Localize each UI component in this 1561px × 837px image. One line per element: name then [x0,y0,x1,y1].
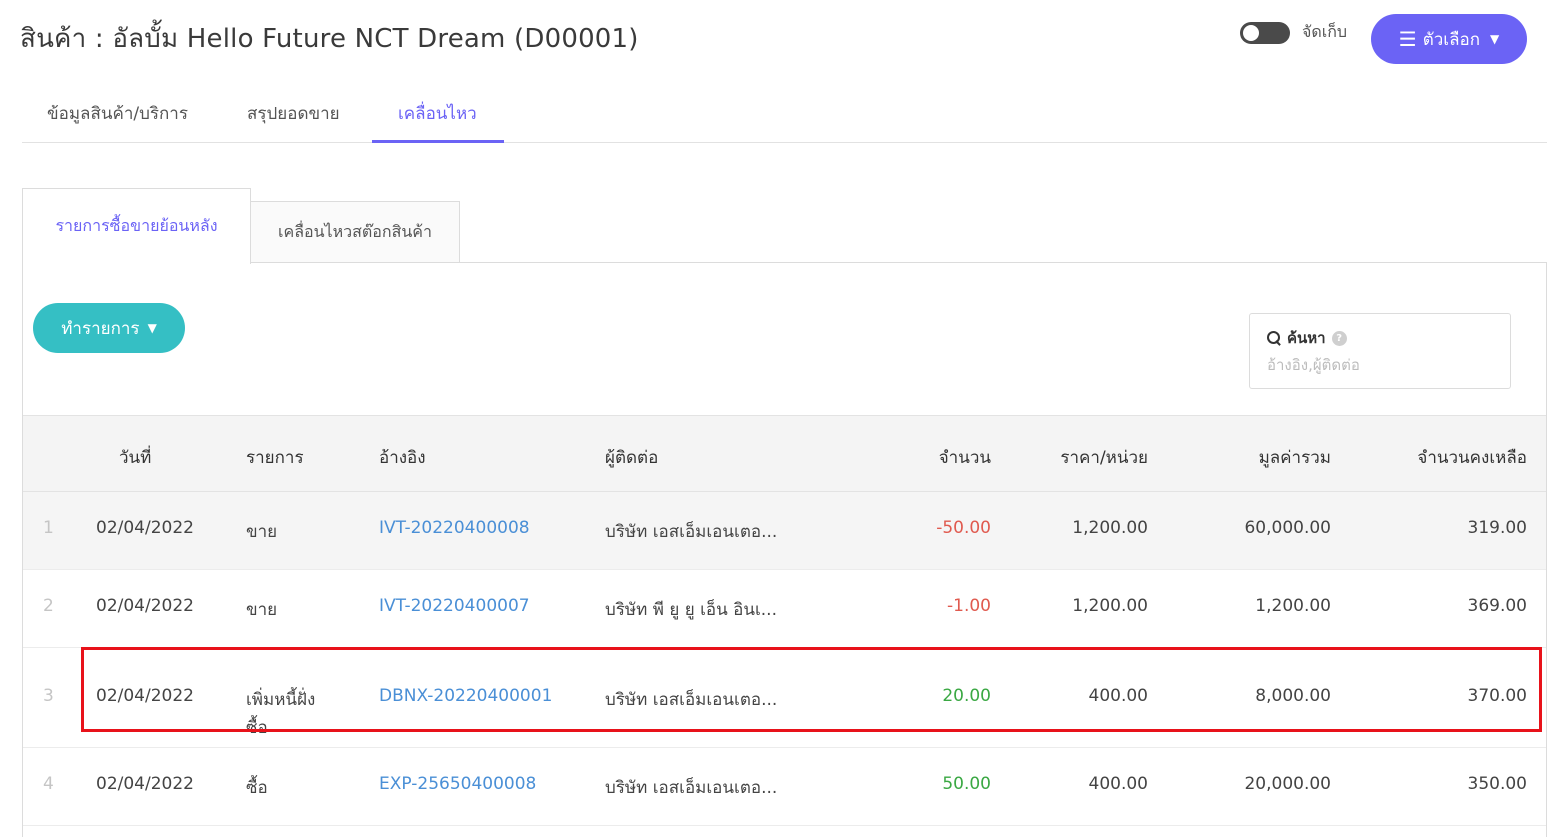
search-box: ค้นหา ? [1249,313,1511,389]
table-row[interactable]: 3 02/04/2022 เพิ่มหนี้ฝั่ง ซื้อ DBNX-202… [23,648,1546,748]
col-date: วันที่ [119,448,152,468]
col-reference: อ้างอิง [379,448,426,468]
row-balance: 319.00 [1467,518,1527,538]
row-reference-link[interactable]: IVT-20220400008 [379,518,530,538]
row-unit-price: 400.00 [1088,774,1148,794]
row-total: 20,000.00 [1244,774,1331,794]
main-tabs: ข้อมูลสินค้า/บริการ สรุปยอดขาย เคลื่อนไห… [22,80,1547,143]
active-tab-underline [372,140,504,143]
options-label: ตัวเลือก [1422,29,1481,50]
table-row[interactable]: 2 02/04/2022 ขาย IVT-20220400007 บริษัท … [23,570,1546,648]
row-balance: 369.00 [1467,596,1527,616]
table-header: วันที่ รายการ อ้างอิง ผู้ติดต่อ จำนวน รา… [23,415,1546,492]
col-type: รายการ [246,448,304,468]
row-type-line2: ซื้อ [246,718,268,738]
chevron-down-icon: ▼ [147,321,157,335]
row-total: 60,000.00 [1244,518,1331,538]
transactions-panel: ทำรายการ ▼ ค้นหา ? วันที่ รายการ อ้างอิง… [22,262,1547,837]
row-number: 3 [43,686,54,706]
tab-sales-summary[interactable]: สรุปยอดขาย [247,100,340,127]
search-label: ค้นหา [1287,329,1326,347]
search-icon [1267,331,1281,345]
menu-icon: ☰ [1398,27,1417,51]
search-header: ค้นหา ? [1267,326,1493,350]
transactions-table: วันที่ รายการ อ้างอิง ผู้ติดต่อ จำนวน รา… [23,415,1546,826]
col-unit-price: ราคา/หน่วย [1060,448,1148,468]
col-quantity: จำนวน [938,448,991,468]
row-reference-link[interactable]: DBNX-20220400001 [379,686,552,706]
row-contact: บริษัท เอสเอ็มเอนเตอ... [605,778,778,798]
row-reference-link[interactable]: EXP-25650400008 [379,774,536,794]
archive-label: จัดเก็บ [1302,22,1348,41]
row-contact: บริษัท พี ยู ยู เอ็น อินเ... [605,600,777,620]
tab-movement[interactable]: เคลื่อนไหว [398,100,477,127]
archive-toggle-group: จัดเก็บ [1240,20,1347,45]
table-row[interactable]: 1 02/04/2022 ขาย IVT-20220400008 บริษัท … [23,492,1546,570]
table-row[interactable]: 4 02/04/2022 ซื้อ EXP-25650400008 บริษัท… [23,748,1546,826]
row-total: 8,000.00 [1255,686,1331,706]
row-total: 1,200.00 [1255,596,1331,616]
action-button[interactable]: ทำรายการ ▼ [33,303,185,353]
row-contact: บริษัท เอสเอ็มเอนเตอ... [605,522,778,542]
search-input[interactable] [1267,356,1493,374]
col-balance: จำนวนคงเหลือ [1417,448,1527,468]
row-type: ขาย [246,522,278,542]
col-contact: ผู้ติดต่อ [605,448,659,468]
row-reference-link[interactable]: IVT-20220400007 [379,596,530,616]
row-unit-price: 400.00 [1088,686,1148,706]
help-icon[interactable]: ? [1331,330,1347,346]
row-type: ขาย [246,600,278,620]
row-quantity: 50.00 [942,774,991,794]
row-unit-price: 1,200.00 [1072,596,1148,616]
row-balance: 370.00 [1467,686,1527,706]
options-button[interactable]: ☰ ตัวเลือก ▼ [1371,14,1527,64]
row-number: 1 [43,518,54,538]
col-total: มูลค่ารวม [1258,448,1331,468]
chevron-down-icon: ▼ [1490,32,1500,46]
subtab-transaction-history[interactable]: รายการซื้อขายย้อนหลัง [22,188,251,264]
row-quantity: -50.00 [936,518,991,538]
row-type: ซื้อ [246,778,268,798]
row-unit-price: 1,200.00 [1072,518,1148,538]
archive-toggle[interactable] [1240,21,1290,44]
row-date: 02/04/2022 [96,774,194,794]
row-balance: 350.00 [1467,774,1527,794]
row-contact: บริษัท เอสเอ็มเอนเตอ... [605,690,778,710]
action-label: ทำรายการ [61,318,140,339]
tab-product-info[interactable]: ข้อมูลสินค้า/บริการ [47,100,188,127]
row-date: 02/04/2022 [96,596,194,616]
row-quantity: -1.00 [947,596,991,616]
row-type: เพิ่มหนี้ฝั่ง [246,690,316,710]
row-number: 4 [43,774,54,794]
row-date: 02/04/2022 [96,518,194,538]
subtab-stock-movement[interactable]: เคลื่อนไหวสต๊อกสินค้า [250,201,460,263]
row-quantity: 20.00 [942,686,991,706]
page-title: สินค้า : อัลบั้ม Hello Future NCT Dream … [20,24,639,54]
toggle-knob [1243,24,1259,41]
row-date: 02/04/2022 [96,686,194,706]
row-number: 2 [43,596,54,616]
